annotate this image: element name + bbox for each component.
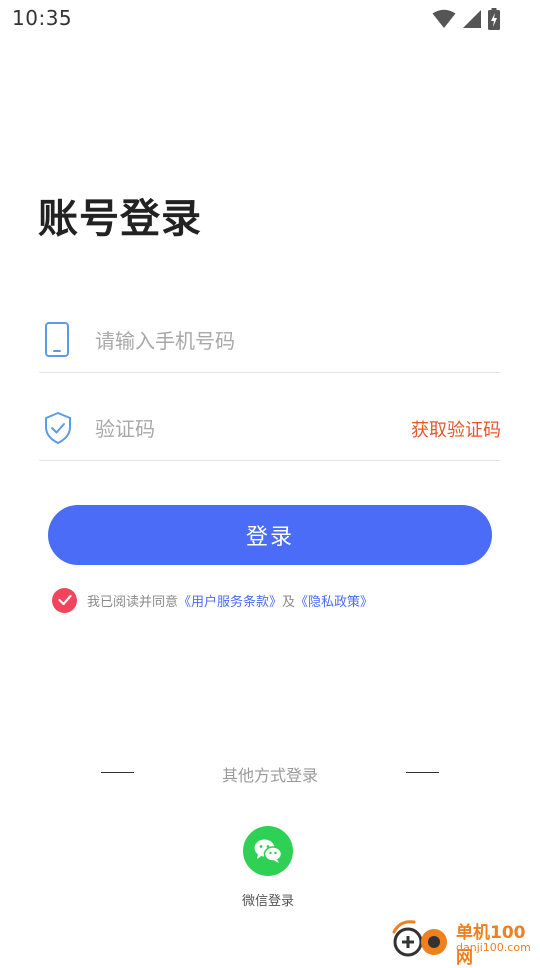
divider-right [406, 772, 439, 773]
other-login-label: 其他方式登录 [221, 766, 318, 785]
agreement-row: 我已阅读并同意 《用户服务条款》 及 《隐私政策》 [52, 587, 373, 613]
shield-check-icon [45, 412, 71, 444]
battery-charging-icon [488, 8, 500, 30]
get-code-button[interactable]: 获取验证码 [411, 416, 501, 442]
mobile-phone-icon [45, 322, 69, 357]
phone-input[interactable] [95, 324, 395, 358]
wechat-login-button[interactable] [243, 826, 293, 876]
other-login-section: 其他方式登录 [0, 760, 540, 785]
wifi-icon [432, 9, 456, 28]
status-icons [432, 8, 500, 30]
watermark: 单机100网 danji100.com [390, 916, 538, 968]
agreement-checkbox[interactable] [52, 587, 77, 613]
wechat-icon [254, 839, 283, 863]
login-button[interactable]: 登录 [48, 505, 492, 565]
status-time: 10:35 [12, 6, 73, 30]
agreement-text: 我已阅读并同意 [87, 594, 179, 610]
verification-code-input[interactable] [95, 412, 395, 446]
phone-field [39, 312, 501, 373]
wechat-login-label: 微信登录 [241, 894, 294, 909]
check-icon [57, 594, 72, 606]
signal-icon [463, 10, 481, 28]
page-title: 账号登录 [38, 196, 202, 242]
watermark-domain: danji100.com [456, 941, 531, 954]
status-bar: 10:35 [0, 0, 540, 36]
verification-code-field: 获取验证码 [39, 400, 501, 461]
watermark-logo-icon [392, 920, 447, 957]
agreement-conjunction: 及 [282, 594, 296, 610]
privacy-link[interactable]: 《隐私政策》 [295, 591, 373, 610]
terms-link[interactable]: 《用户服务条款》 [178, 591, 282, 610]
